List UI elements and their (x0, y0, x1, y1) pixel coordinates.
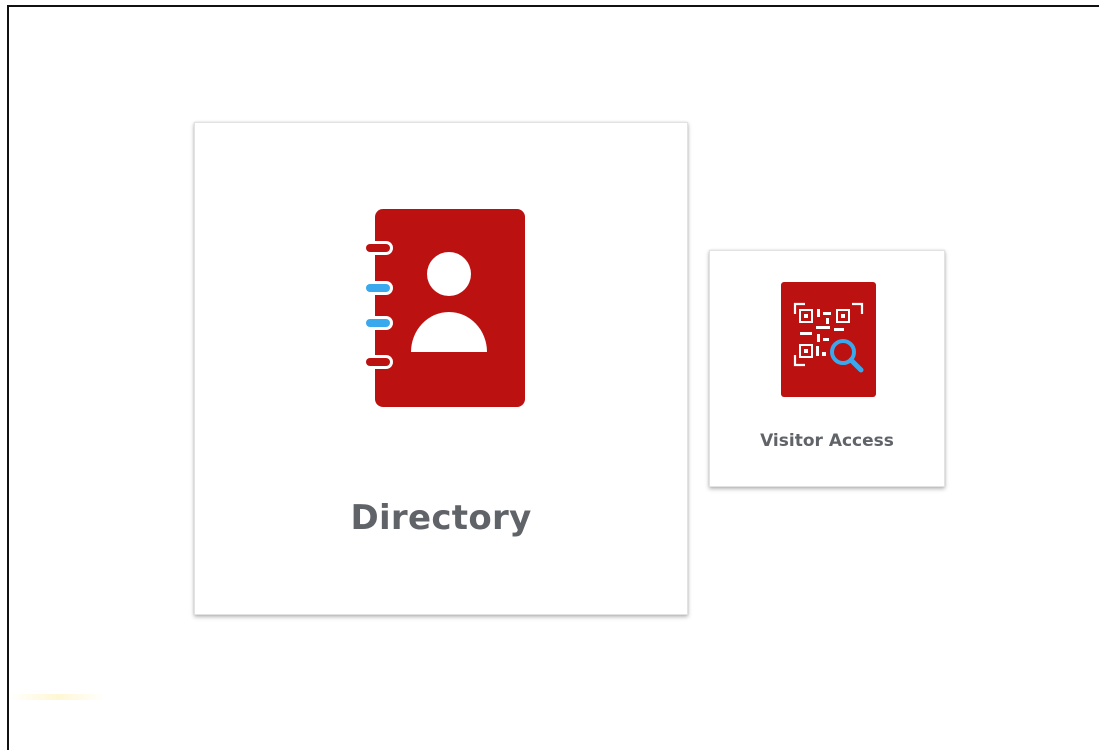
qr-search-icon (781, 282, 876, 397)
directory-tile[interactable]: Directory (194, 122, 688, 615)
visitor-access-label: Visitor Access (760, 431, 894, 451)
visitor-access-tile[interactable]: Visitor Access (709, 250, 945, 487)
contact-book-icon (363, 209, 525, 407)
directory-label: Directory (350, 498, 532, 538)
corner-highlight (10, 694, 105, 700)
